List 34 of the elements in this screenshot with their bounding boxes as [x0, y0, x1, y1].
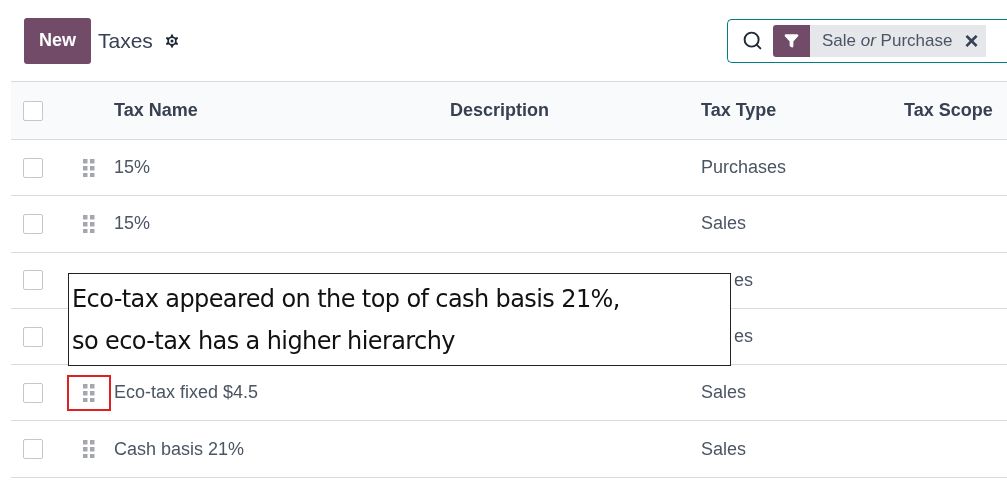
tax-type-cell-text: es [733, 268, 753, 292]
tax-name-cell-text: 15% [114, 156, 152, 180]
facet-label: Sale or Purchase [822, 29, 953, 52]
remove-facet-button[interactable]: × [964, 28, 979, 53]
select-all-checkbox[interactable] [23, 100, 43, 121]
row-checkbox[interactable] [23, 439, 43, 460]
row-checkbox[interactable] [23, 157, 43, 178]
column-header[interactable]: Tax Type [701, 97, 904, 124]
drag-handle-icon[interactable] [83, 214, 95, 233]
tax-name-cell-text: 15% [114, 212, 152, 236]
drag-handle-icon[interactable] [83, 158, 95, 177]
drag-handle-icon[interactable] [83, 440, 95, 459]
drag-handle-icon[interactable] [83, 383, 95, 402]
search-field[interactable]: Sale or Purchase × [727, 18, 1007, 63]
row-checkbox[interactable] [23, 382, 43, 403]
column-header[interactable]: Tax Name [114, 97, 450, 124]
search-icon[interactable] [742, 30, 763, 51]
tax-type-cell-text: es [733, 325, 753, 349]
new-button[interactable]: New [24, 17, 91, 64]
row-checkbox[interactable] [23, 270, 43, 291]
column-header[interactable]: Description [450, 97, 701, 124]
tax-type-cell-text: Sales [701, 212, 747, 236]
page-title: Taxes [98, 27, 153, 54]
annotation-text: so eco-tax has a higher hierarchy [72, 325, 456, 357]
filter-icon [784, 33, 799, 48]
tax-type-cell-text: Sales [701, 437, 747, 461]
row-checkbox[interactable] [23, 213, 43, 234]
tax-name-cell-text: Cash basis 21% [114, 437, 246, 461]
row-checkbox[interactable] [23, 326, 43, 347]
column-header[interactable]: Tax Scope [904, 97, 993, 124]
annotation-text: Eco-tax appeared on the top of cash basis 21%, [72, 283, 621, 315]
tax-name-cell-text: Eco-tax fixed $4.5 [114, 381, 260, 405]
tax-type-cell-text: Purchases [701, 156, 787, 180]
tax-type-cell-text: Sales [701, 381, 747, 405]
